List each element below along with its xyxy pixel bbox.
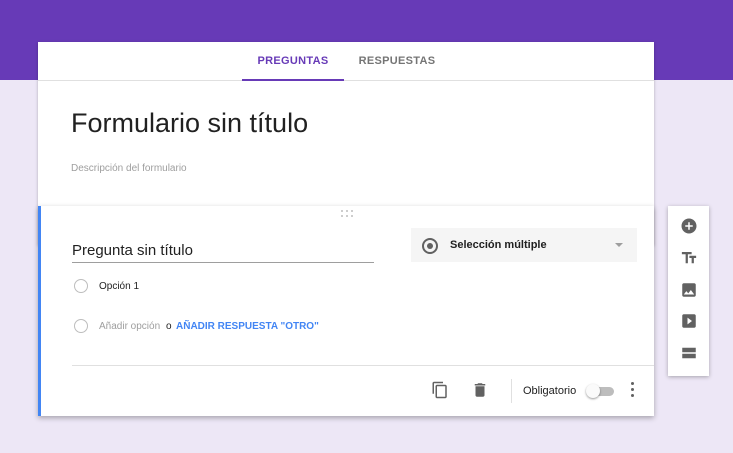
form-description-field[interactable]: Descripción del formulario <box>71 163 187 174</box>
divider <box>72 365 654 366</box>
required-label: Obligatorio <box>523 385 577 397</box>
question-card[interactable]: Pregunta sin título Selección múltiple O… <box>38 206 654 416</box>
duplicate-icon[interactable] <box>431 381 449 399</box>
option-label[interactable]: Opción 1 <box>99 281 139 292</box>
add-question-icon[interactable] <box>680 217 698 235</box>
add-section-icon[interactable] <box>680 344 698 362</box>
or-label: o <box>166 321 172 332</box>
tab-preguntas[interactable]: PREGUNTAS <box>242 42 344 81</box>
tab-respuestas[interactable]: RESPUESTAS <box>352 42 442 80</box>
side-toolbar <box>668 206 709 376</box>
form-title[interactable]: Formulario sin título <box>71 108 308 139</box>
toggle-knob <box>586 384 600 398</box>
tabs-bar: PREGUNTAS RESPUESTAS <box>38 42 654 81</box>
question-type-select[interactable]: Selección múltiple <box>411 228 637 262</box>
required-toggle[interactable] <box>586 384 614 398</box>
radio-button-icon <box>422 238 438 254</box>
add-image-icon[interactable] <box>680 281 698 299</box>
radio-circle-icon <box>74 319 88 333</box>
add-other-link[interactable]: AÑADIR RESPUESTA "OTRO" <box>176 321 319 332</box>
question-title-input[interactable]: Pregunta sin título <box>72 240 374 263</box>
vertical-separator <box>511 379 512 403</box>
dropdown-arrow-icon <box>615 243 623 247</box>
radio-circle-icon <box>74 279 88 293</box>
delete-icon[interactable] <box>471 381 489 399</box>
more-vert-icon[interactable] <box>630 382 636 398</box>
question-type-label: Selección múltiple <box>450 239 547 251</box>
add-option-link[interactable]: Añadir opción <box>99 321 160 332</box>
add-title-icon[interactable] <box>680 249 698 267</box>
add-video-icon[interactable] <box>680 312 698 330</box>
drag-handle-icon[interactable] <box>341 210 355 218</box>
